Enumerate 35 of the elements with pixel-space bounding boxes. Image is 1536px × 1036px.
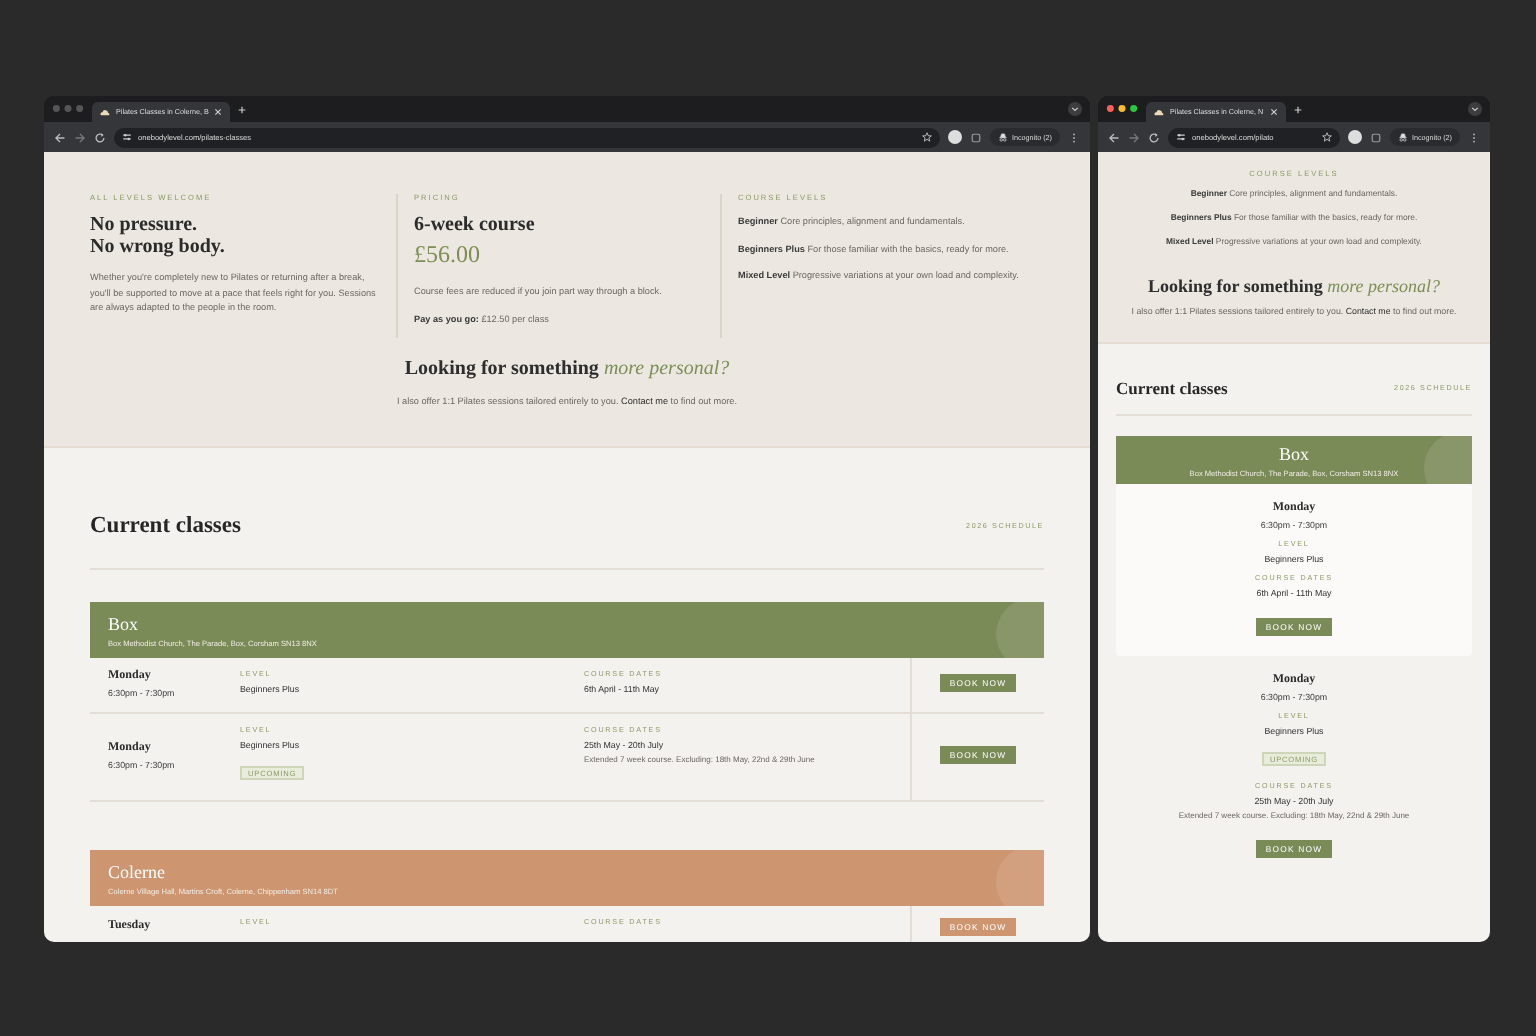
extension-icon[interactable] [970,131,983,143]
site-info-icon[interactable] [1176,132,1186,142]
tab-search-icon[interactable] [1468,102,1482,116]
reload-icon[interactable] [94,131,106,143]
new-tab-icon[interactable] [1293,105,1302,113]
forward-icon[interactable] [1128,131,1140,143]
location-name: Box [108,611,141,636]
reload-icon[interactable] [1148,131,1160,143]
profile-avatar[interactable] [948,130,963,144]
incognito-icon [998,132,1009,142]
profile-avatar[interactable] [1348,130,1363,144]
extension-icon[interactable] [1370,131,1383,143]
tab-search-icon[interactable] [1068,102,1082,116]
price: £56.00 [414,240,482,270]
incognito-icon [1398,132,1409,142]
location-name: Box [1276,441,1311,466]
location-name: Colerne [108,859,167,884]
pricing-heading: 6-week course [414,214,537,236]
star-icon[interactable] [1322,132,1333,142]
close-icon[interactable] [1269,108,1278,116]
personal-heading: Looking for something more personal? [402,358,732,380]
site-info-icon[interactable] [122,132,132,142]
intro-heading: No pressure. No wrong body. [90,214,227,258]
forward-icon[interactable] [74,131,86,143]
cloud-icon [1154,108,1164,116]
star-icon[interactable] [922,132,933,142]
personal-heading: Looking for something more personal? [1145,276,1443,296]
section-heading: Current classes [90,514,241,538]
back-icon[interactable] [54,131,66,143]
cloud-icon [100,108,110,116]
window-controls-icon[interactable] [1106,104,1138,114]
section-heading: Current classes [1116,378,1228,398]
back-icon[interactable] [1108,131,1120,143]
close-icon[interactable] [214,108,223,116]
new-tab-icon[interactable] [238,105,247,113]
